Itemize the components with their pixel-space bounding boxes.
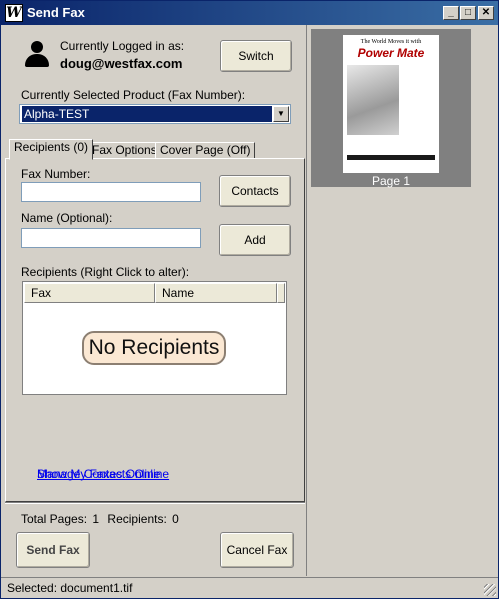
logged-in-email: doug@westfax.com — [60, 56, 183, 71]
status-text: Selected: document1.tif — [7, 581, 133, 595]
recipients-count-value: 0 — [172, 512, 179, 526]
thumbnail-sidebar — [403, 65, 436, 80]
window-title: Send Fax — [27, 5, 85, 20]
divider — [5, 502, 305, 504]
add-button[interactable]: Add — [219, 224, 291, 256]
thumbnail-footer-bar — [347, 155, 435, 160]
cancel-fax-button[interactable]: Cancel Fax — [220, 532, 294, 568]
column-header-fax[interactable]: Fax — [24, 283, 155, 303]
send-fax-button[interactable]: Send Fax — [16, 532, 90, 568]
totals-summary: Total Pages: 1 Recipients: 0 — [21, 512, 181, 526]
title-bar[interactable]: W Send Fax _ □ ✕ — [1, 1, 498, 25]
show-faxes-link[interactable]: Show My Faxes Online — [37, 467, 160, 481]
maximize-button[interactable]: □ — [460, 6, 476, 20]
resize-grip-icon[interactable] — [484, 584, 496, 596]
total-pages-value: 1 — [92, 512, 100, 526]
thumbnail-tagline: The World Moves it with — [360, 39, 422, 45]
tab-fax-options[interactable]: Fax Options — [87, 142, 162, 159]
empty-list-message: No Recipients — [82, 331, 226, 365]
name-label: Name (Optional): — [21, 211, 113, 225]
total-pages-label: Total Pages: — [21, 512, 88, 526]
product-label: Currently Selected Product (Fax Number): — [21, 88, 246, 102]
recipients-list-label: Recipients (Right Click to alter): — [21, 265, 190, 279]
page-preview[interactable]: The World Moves it with Power Mate Page … — [311, 29, 471, 188]
minimize-button[interactable]: _ — [443, 6, 459, 20]
tab-cover-page[interactable]: Cover Page (Off) — [155, 142, 256, 159]
product-select[interactable]: Alpha-TEST ▼ — [19, 104, 291, 124]
name-input[interactable] — [21, 228, 201, 248]
page-thumbnail[interactable]: The World Moves it with Power Mate — [343, 35, 439, 173]
tab-recipients[interactable]: Recipients (0) — [9, 139, 94, 160]
thumbnail-brand: Power Mate — [357, 46, 425, 60]
contacts-button[interactable]: Contacts — [219, 175, 291, 207]
logged-in-label: Currently Logged in as: — [60, 39, 185, 53]
send-fax-window: W Send Fax _ □ ✕ Currently Logged in as:… — [0, 0, 499, 599]
chevron-down-icon[interactable]: ▼ — [273, 106, 289, 122]
left-pane: Currently Logged in as: doug@westfax.com… — [5, 25, 305, 576]
recipients-list[interactable]: Fax Name No Recipients — [22, 281, 287, 395]
preview-pane: The World Moves it with Power Mate Page … — [306, 25, 497, 576]
close-button[interactable]: ✕ — [478, 6, 494, 20]
column-header-filler — [277, 283, 285, 303]
product-selected-value: Alpha-TEST — [22, 106, 272, 122]
fax-number-label: Fax Number: — [21, 167, 91, 181]
thumbnail-photo — [347, 65, 399, 135]
status-bar: Selected: document1.tif — [1, 577, 498, 598]
user-icon — [23, 39, 51, 69]
westfax-logo-icon: W — [5, 4, 23, 22]
column-header-name[interactable]: Name — [155, 283, 277, 303]
recipients-count-label: Recipients: — [107, 512, 167, 526]
page-label: Page 1 — [371, 174, 411, 188]
fax-number-input[interactable] — [21, 182, 201, 202]
recipients-panel: Fax Number: Contacts Name (Optional): Ad… — [5, 158, 305, 502]
switch-button[interactable]: Switch — [220, 40, 292, 72]
